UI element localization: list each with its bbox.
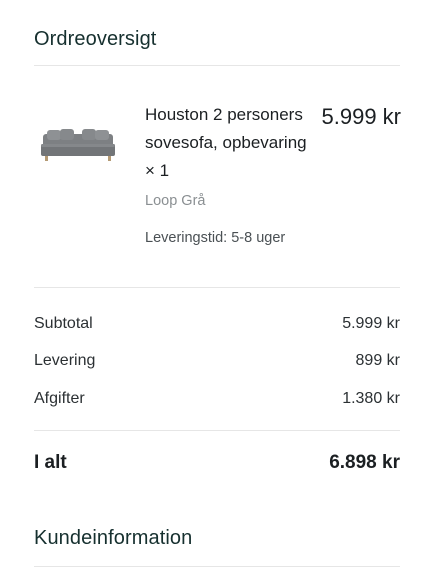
fees-row: Afgifter 1.380 kr [34, 390, 400, 414]
divider [34, 430, 400, 431]
customer-info-title: Kundeinformation [34, 527, 193, 549]
delivery-row: Levering 899 kr [34, 352, 400, 376]
product-price: 5.999 kr [321, 104, 402, 129]
divider [34, 566, 400, 567]
product-name: Houston 2 personers sovesofa, opbevaring… [145, 105, 307, 180]
subtotal-value: 5.999 kr [342, 315, 400, 332]
product-variant: Loop Grå [145, 193, 206, 209]
total-label: I alt [34, 452, 67, 473]
delivery-value: 899 kr [355, 352, 400, 369]
delivery-label: Levering [34, 352, 96, 369]
sofa-bed-image [41, 129, 115, 161]
total-row: I alt 6.898 kr [34, 452, 400, 480]
subtotal-label: Subtotal [34, 315, 93, 332]
product-delivery-time: Leveringstid: 5-8 uger [145, 230, 286, 246]
divider [34, 65, 400, 66]
fees-label: Afgifter [34, 390, 85, 407]
fees-value: 1.380 kr [342, 390, 400, 407]
total-value: 6.898 kr [329, 452, 400, 473]
subtotal-row: Subtotal 5.999 kr [34, 315, 400, 339]
divider [34, 287, 400, 288]
order-overview-title: Ordreoversigt [34, 28, 157, 50]
